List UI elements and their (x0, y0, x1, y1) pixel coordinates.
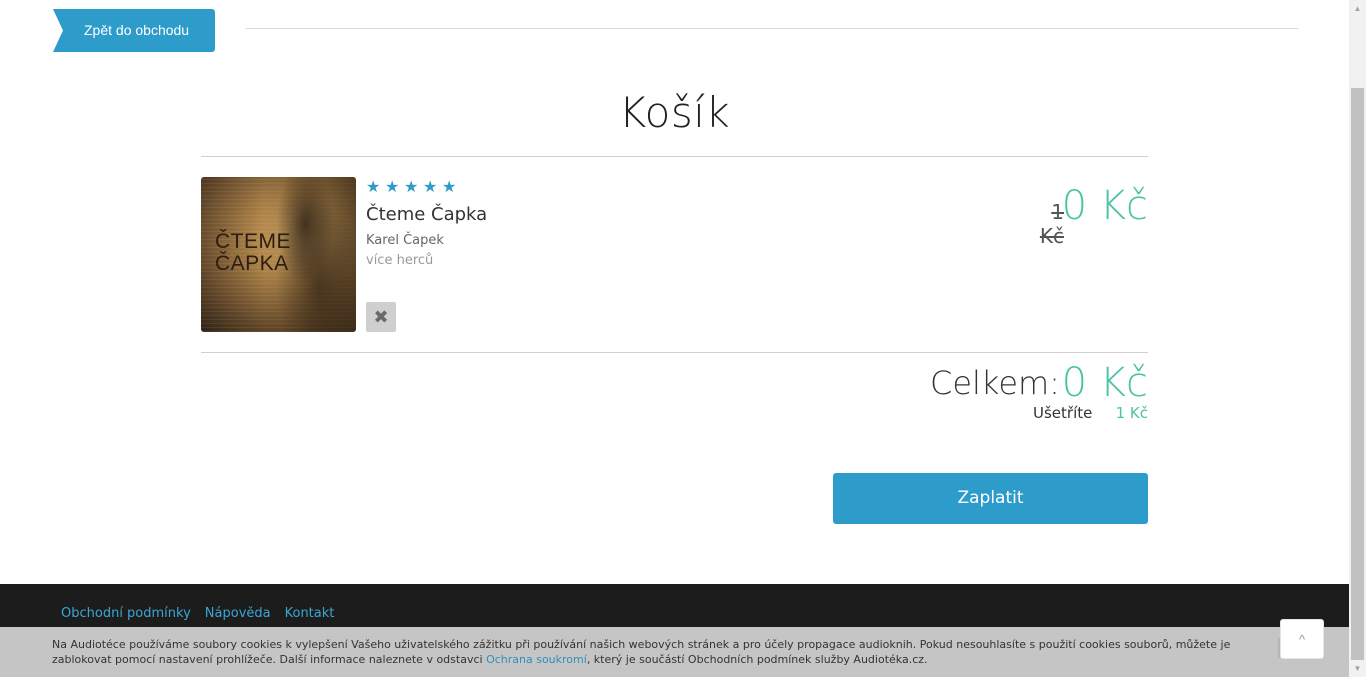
savings-value: 1 Kč (1115, 404, 1148, 422)
footer-links: Obchodní podmínky Nápověda Kontakt (61, 606, 334, 621)
footer-link-help[interactable]: Nápověda (205, 606, 271, 621)
remove-item-button[interactable]: ✖ (366, 302, 396, 332)
total-value: 0 Kč (1061, 360, 1148, 406)
star-icon: ★ (366, 177, 381, 196)
header-divider (246, 28, 1298, 29)
star-icon: ★ (404, 177, 419, 196)
scroll-up-arrow-icon[interactable]: ▲ (1349, 0, 1366, 17)
cart-page: Zpět do obchodu Košík ČTEME ČAPKA ★ ★ ★ … (0, 0, 1349, 677)
scroll-to-top-button[interactable]: ^ (1280, 619, 1324, 659)
item-price: 0 Kč (1061, 183, 1148, 229)
book-cover-image[interactable]: ČTEME ČAPKA (201, 177, 356, 332)
rating-stars: ★ ★ ★ ★ ★ (366, 179, 458, 197)
book-title-link[interactable]: Čteme Čapka (366, 204, 487, 225)
cookie-text: Na Audiotéce používáme soubory cookies k… (52, 637, 1262, 667)
savings-label: Ušetříte (1033, 404, 1093, 422)
privacy-link[interactable]: Ochrana soukromí (486, 653, 587, 666)
cover-title-text: ČTEME ČAPKA (215, 230, 291, 275)
footer-link-contact[interactable]: Kontakt (285, 606, 335, 621)
total-label: Celkem: (930, 364, 1060, 402)
divider (201, 352, 1148, 353)
chevron-up-icon: ^ (1298, 631, 1306, 647)
star-icon: ★ (423, 177, 438, 196)
star-icon: ★ (385, 177, 400, 196)
pay-button[interactable]: Zaplatit (833, 473, 1148, 524)
cookie-text-after: , který je součástí Obchodních podmínek … (586, 653, 928, 666)
book-author: Karel Čapek (366, 233, 444, 248)
original-price: 1 Kč (1039, 200, 1064, 248)
page-title: Košík (618, 88, 731, 137)
back-to-shop-button[interactable]: Zpět do obchodu (53, 9, 215, 52)
scrollbar-thumb[interactable] (1351, 88, 1364, 660)
close-icon: ✖ (373, 306, 389, 327)
star-icon: ★ (442, 177, 457, 196)
divider (201, 156, 1148, 157)
scroll-down-arrow-icon[interactable]: ▼ (1349, 660, 1366, 677)
book-narrator: více herců (366, 253, 434, 268)
footer-link-terms[interactable]: Obchodní podmínky (61, 606, 191, 621)
cookie-banner: Na Audiotéce používáme soubory cookies k… (0, 627, 1349, 677)
page-scrollbar[interactable]: ▲ ▼ (1349, 0, 1366, 677)
